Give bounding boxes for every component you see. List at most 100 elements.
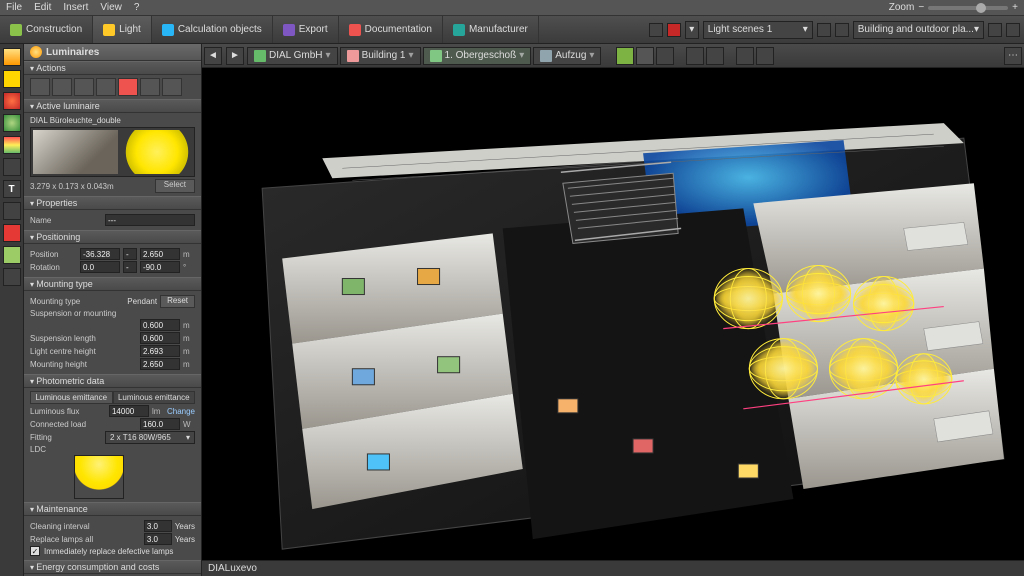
clean-val[interactable] (144, 520, 172, 532)
vp-more[interactable]: ⋯ (1004, 47, 1022, 65)
scene-next[interactable] (835, 23, 849, 37)
panel-maintenance[interactable]: Maintenance (24, 502, 201, 516)
action-2[interactable] (52, 78, 72, 96)
menu-view[interactable]: View (100, 2, 122, 13)
crumb-icon (430, 50, 442, 62)
susp-val[interactable] (140, 319, 180, 331)
panel-energy[interactable]: Energy consumption and costs (24, 560, 201, 574)
pos-x[interactable] (80, 248, 120, 260)
mnt-reset-button[interactable]: Reset (160, 295, 195, 308)
luminaire-dimensions: 3.279 x 0.173 x 0.043m (30, 182, 114, 191)
lamp-green[interactable] (3, 114, 21, 132)
panel-properties[interactable]: Properties (24, 196, 201, 210)
crumb-aufzug[interactable]: Aufzug▾ (533, 47, 601, 65)
panel-mounting[interactable]: Mounting type (24, 277, 201, 291)
maintab-calculation-objects[interactable]: Calculation objects (152, 16, 273, 43)
load-label: Connected load (30, 420, 137, 429)
action-4[interactable] (96, 78, 116, 96)
lamp-seq[interactable] (3, 136, 21, 154)
prop-name-input[interactable] (105, 214, 195, 226)
rot-y[interactable] (123, 261, 137, 273)
maintab-documentation[interactable]: Documentation (339, 16, 443, 43)
luminaire-tool[interactable] (3, 48, 21, 66)
3d-viewport[interactable] (202, 68, 1024, 560)
vp-view-3[interactable] (656, 47, 674, 65)
action-3[interactable] (74, 78, 94, 96)
action-5[interactable] (118, 78, 138, 96)
flux-val[interactable] (109, 405, 149, 417)
bld-prev[interactable] (988, 23, 1002, 37)
picker-tool[interactable] (3, 202, 21, 220)
building-dropdown[interactable]: Building and outdoor pla...▾ (853, 21, 984, 39)
layout-toggle-1[interactable] (649, 23, 663, 37)
immediate-check[interactable]: ✓ (30, 546, 40, 556)
area-red[interactable] (3, 224, 21, 242)
panel-photometric[interactable]: Photometric data (24, 374, 201, 388)
scene-prev[interactable] (817, 23, 831, 37)
vp-view-2[interactable] (636, 47, 654, 65)
mount-val[interactable] (140, 358, 180, 370)
action-1[interactable] (30, 78, 50, 96)
tab-icon (349, 24, 361, 36)
pos-y[interactable] (123, 248, 137, 260)
zoom-plus-icon[interactable]: + (1012, 2, 1018, 13)
action-7[interactable] (162, 78, 182, 96)
centre-val[interactable] (140, 345, 180, 357)
rot-label: Rotation (30, 263, 77, 272)
rot-z[interactable] (140, 261, 180, 273)
replace-label: Replace lamps all (30, 535, 141, 544)
centre-label: Light centre height (30, 347, 137, 356)
filter-tool[interactable] (3, 158, 21, 176)
menu-insert[interactable]: Insert (63, 2, 88, 13)
clean-label: Cleaning interval (30, 522, 141, 531)
panel-actions[interactable]: Actions (24, 61, 201, 75)
vp-tool-add[interactable] (736, 47, 754, 65)
text-tool[interactable]: T (3, 180, 21, 198)
phot-tab-1[interactable]: Luminous emittance (30, 391, 113, 404)
vp-tool-select[interactable] (686, 47, 704, 65)
panel-active-luminaire[interactable]: Active luminaire (24, 99, 201, 113)
susplen-val[interactable] (140, 332, 180, 344)
panel-positioning[interactable]: Positioning (24, 230, 201, 244)
menu-help[interactable]: ? (134, 2, 140, 13)
layout-dd[interactable]: ▾ (685, 21, 699, 39)
crumb-1-obergescho-[interactable]: 1. Obergeschoß▾ (423, 47, 532, 65)
maintab-manufacturer[interactable]: Manufacturer (443, 16, 539, 43)
lamp-warm[interactable] (3, 92, 21, 110)
layout-toggle-2[interactable] (667, 23, 681, 37)
area-green[interactable] (3, 246, 21, 264)
calc-tool[interactable] (3, 268, 21, 286)
app-name: DIALuxevo (208, 563, 257, 574)
prop-name-label: Name (30, 216, 102, 225)
vp-view-green[interactable] (616, 47, 634, 65)
luminaire-icon (30, 46, 42, 58)
select-luminaire-button[interactable]: Select (155, 179, 195, 193)
bld-next[interactable] (1006, 23, 1020, 37)
fitting-dropdown[interactable]: 2 x T16 80W/965▾ (105, 431, 195, 444)
menu-file[interactable]: File (6, 2, 22, 13)
menu-edit[interactable]: Edit (34, 2, 51, 13)
vp-tool-move[interactable] (706, 47, 724, 65)
maintab-construction[interactable]: Construction (0, 16, 93, 43)
maintab-light[interactable]: Light (93, 16, 152, 43)
tab-icon (453, 24, 465, 36)
flux-change-link[interactable]: Change (167, 407, 195, 416)
zoom-minus-icon[interactable]: − (918, 2, 924, 13)
crumb-dial-gmbh[interactable]: DIAL GmbH▾ (247, 47, 338, 65)
rot-x[interactable] (80, 261, 120, 273)
zoom-slider[interactable] (928, 6, 1008, 10)
vp-tool-cfg[interactable] (756, 47, 774, 65)
load-val[interactable] (140, 418, 180, 430)
lamp-on[interactable] (3, 70, 21, 88)
replace-val[interactable] (144, 533, 172, 545)
action-6[interactable] (140, 78, 160, 96)
maintab-export[interactable]: Export (273, 16, 339, 43)
pos-z[interactable] (140, 248, 180, 260)
vp-fwd[interactable]: ► (226, 47, 244, 65)
crumb-building-1[interactable]: Building 1▾ (340, 47, 421, 65)
tab-icon (162, 24, 174, 36)
light-scene-dropdown[interactable]: Light scenes 1▾ (703, 21, 813, 39)
vp-back[interactable]: ◄ (204, 47, 222, 65)
phot-tab-2[interactable]: Luminous emittance (113, 391, 196, 404)
susp-label: Suspension or mounting (30, 309, 195, 318)
